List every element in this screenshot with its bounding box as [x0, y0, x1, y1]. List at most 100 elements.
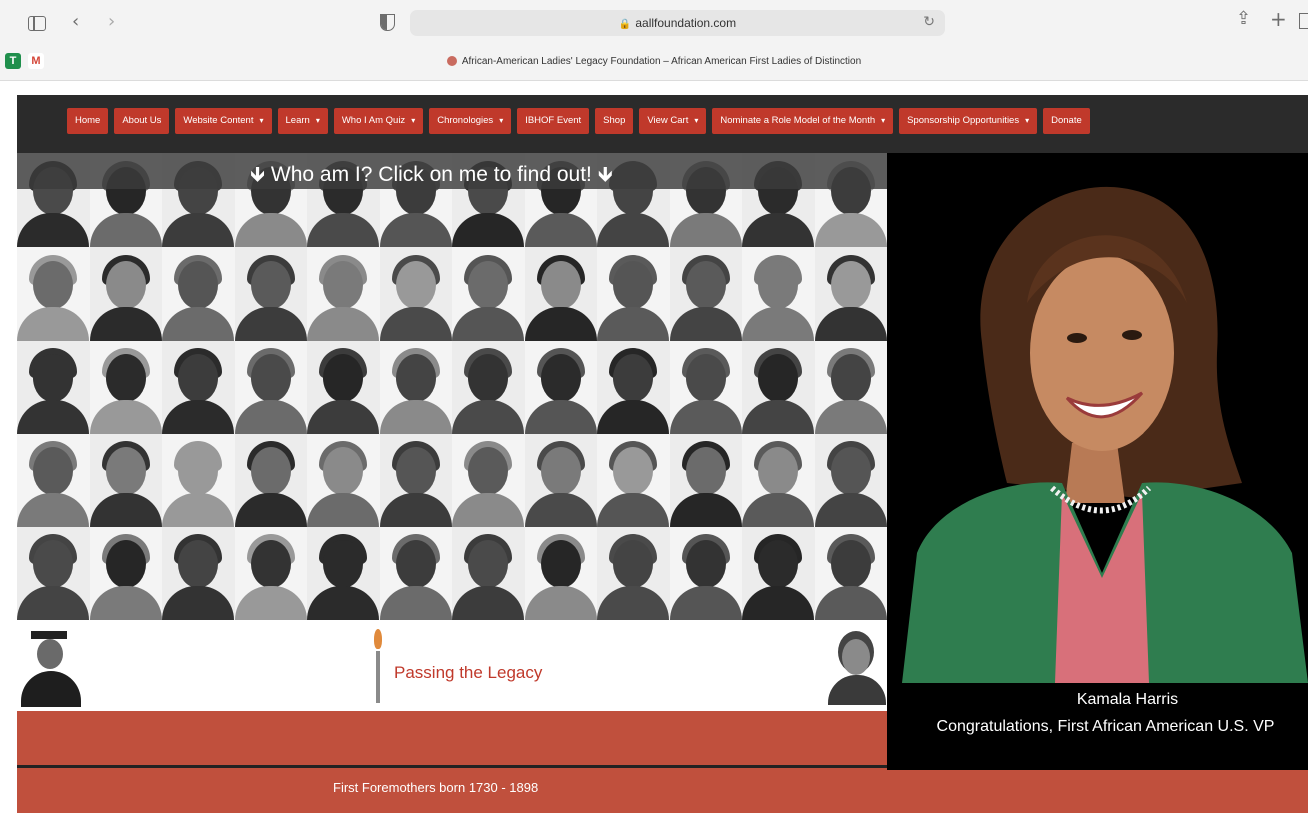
- share-icon[interactable]: ⇪: [1236, 10, 1251, 28]
- chevron-down-icon: ▾: [1025, 116, 1030, 125]
- portrait-tile[interactable]: [669, 526, 742, 620]
- portrait-tile[interactable]: [89, 526, 162, 620]
- portrait-tile[interactable]: [452, 526, 525, 620]
- portrait-tile[interactable]: [814, 247, 887, 341]
- portrait-tile[interactable]: [234, 526, 307, 620]
- chevron-down-icon: ▾: [499, 116, 504, 125]
- portrait-tile[interactable]: [814, 526, 887, 620]
- nav-item-ibhof-event[interactable]: IBHOF Event: [517, 108, 590, 134]
- portrait-tile[interactable]: [742, 247, 815, 341]
- privacy-shield-icon[interactable]: [380, 14, 395, 31]
- portrait-tile[interactable]: [524, 247, 597, 341]
- footer-bar: [17, 768, 1308, 813]
- footer-caption[interactable]: First Foremothers born 1730 - 1898: [333, 780, 538, 795]
- portrait-tile[interactable]: [162, 433, 235, 527]
- nav-item-home[interactable]: Home: [67, 108, 109, 134]
- portrait-tile[interactable]: [234, 340, 307, 434]
- portrait-tile[interactable]: [379, 340, 452, 434]
- portrait-tile[interactable]: [814, 433, 887, 527]
- nav-item-label: Website Content: [183, 115, 254, 126]
- portrait-tile[interactable]: [524, 526, 597, 620]
- nav-item-label: Learn: [285, 115, 310, 126]
- portrait-tile[interactable]: [742, 433, 815, 527]
- featured-panel[interactable]: Kamala Harris Congratulations, First Afr…: [887, 153, 1308, 770]
- portrait-tile[interactable]: [307, 526, 380, 620]
- quiz-banner[interactable]: 🡻 Who am I? Click on me to find out! 🡻: [17, 153, 887, 189]
- nav-item-sponsorship-opportunities[interactable]: Sponsorship Opportunities ▾: [899, 108, 1038, 134]
- portrait-tile[interactable]: [17, 526, 90, 620]
- portrait-tile[interactable]: [524, 433, 597, 527]
- portrait-tile[interactable]: [669, 247, 742, 341]
- portrait-tile[interactable]: [307, 433, 380, 527]
- portrait-tile[interactable]: [89, 247, 162, 341]
- chevron-down-icon: ▾: [259, 116, 264, 125]
- portrait-tile[interactable]: [234, 247, 307, 341]
- nav-item-about-us[interactable]: About Us: [114, 108, 170, 134]
- nav-item-view-cart[interactable]: View Cart ▾: [639, 108, 707, 134]
- legacy-slogan: Passing the Legacy: [394, 663, 543, 682]
- portrait-tile[interactable]: [814, 340, 887, 434]
- portrait-tile[interactable]: [669, 340, 742, 434]
- nav-item-label: Sponsorship Opportunities: [907, 115, 1020, 126]
- lock-icon: 🔒: [618, 19, 632, 30]
- portrait-tile[interactable]: [742, 526, 815, 620]
- nav-item-website-content[interactable]: Website Content ▾: [175, 108, 272, 134]
- portrait-tile[interactable]: [742, 340, 815, 434]
- tab-title: African-American Ladies' Legacy Foundati…: [461, 56, 862, 67]
- sidebar-toggle-icon[interactable]: [28, 16, 46, 31]
- portrait-tile[interactable]: [597, 247, 670, 341]
- portrait-graduate[interactable]: [17, 627, 87, 707]
- reload-icon[interactable]: ↻: [923, 14, 935, 30]
- portrait-tile[interactable]: [379, 247, 452, 341]
- featured-name: Kamala Harris: [1076, 691, 1179, 708]
- active-tab[interactable]: African-American Ladies' Legacy Foundati…: [0, 56, 1308, 67]
- portrait-tile[interactable]: [17, 433, 90, 527]
- portrait-tile[interactable]: [379, 526, 452, 620]
- portrait-tile[interactable]: [597, 340, 670, 434]
- nav-item-shop[interactable]: Shop: [595, 108, 634, 134]
- portrait-tile[interactable]: [17, 247, 90, 341]
- tab-overview-icon[interactable]: [1299, 13, 1308, 29]
- nav-item-label: Nominate a Role Model of the Month: [720, 115, 876, 126]
- portrait-tile[interactable]: [452, 340, 525, 434]
- portrait-elder[interactable]: [822, 625, 892, 705]
- featured-portrait: [902, 186, 1308, 683]
- torch-icon: [374, 629, 382, 703]
- forward-icon[interactable]: ›: [108, 13, 115, 31]
- nav-item-label: About Us: [122, 115, 162, 126]
- portrait-tile[interactable]: [452, 247, 525, 341]
- portrait-tile[interactable]: [17, 340, 90, 434]
- portrait-tile[interactable]: [89, 340, 162, 434]
- portrait-tile[interactable]: [452, 433, 525, 527]
- portrait-tile[interactable]: [524, 340, 597, 434]
- portrait-tile[interactable]: [89, 433, 162, 527]
- nav-item-label: Who I Am Quiz: [341, 115, 406, 126]
- portrait-row: [17, 526, 887, 620]
- portrait-tile[interactable]: [162, 247, 235, 341]
- address-bar[interactable]: 🔒 aallfoundation.com ↻: [410, 10, 945, 36]
- nav-item-label: Shop: [603, 115, 626, 126]
- portrait-row: [17, 433, 887, 527]
- chevron-down-icon: ▾: [315, 116, 320, 125]
- portrait-tile[interactable]: [307, 247, 380, 341]
- nav-item-donate[interactable]: Donate: [1043, 108, 1090, 134]
- url-text: aallfoundation.com: [635, 16, 737, 30]
- new-tab-icon[interactable]: +: [1270, 9, 1287, 29]
- nav-item-chronologies[interactable]: Chronologies ▾: [429, 108, 512, 134]
- portrait-tile[interactable]: [307, 340, 380, 434]
- nav-item-label: IBHOF Event: [525, 115, 582, 126]
- portrait-tile[interactable]: [597, 526, 670, 620]
- back-icon[interactable]: ‹: [72, 13, 79, 31]
- portrait-tile[interactable]: [669, 433, 742, 527]
- portrait-tile[interactable]: [379, 433, 452, 527]
- site-favicon: [446, 56, 457, 67]
- portrait-tile[interactable]: [162, 340, 235, 434]
- nav-item-nominate-a-role-model-of-the-month[interactable]: Nominate a Role Model of the Month ▾: [712, 108, 894, 134]
- portrait-tile[interactable]: [597, 433, 670, 527]
- portrait-tile[interactable]: [162, 526, 235, 620]
- chevron-down-icon: ▾: [694, 116, 699, 125]
- nav-item-who-i-am-quiz[interactable]: Who I Am Quiz ▾: [333, 108, 424, 134]
- portrait-tile[interactable]: [234, 433, 307, 527]
- nav-item-learn[interactable]: Learn ▾: [277, 108, 328, 134]
- nav-item-label: View Cart: [647, 115, 689, 126]
